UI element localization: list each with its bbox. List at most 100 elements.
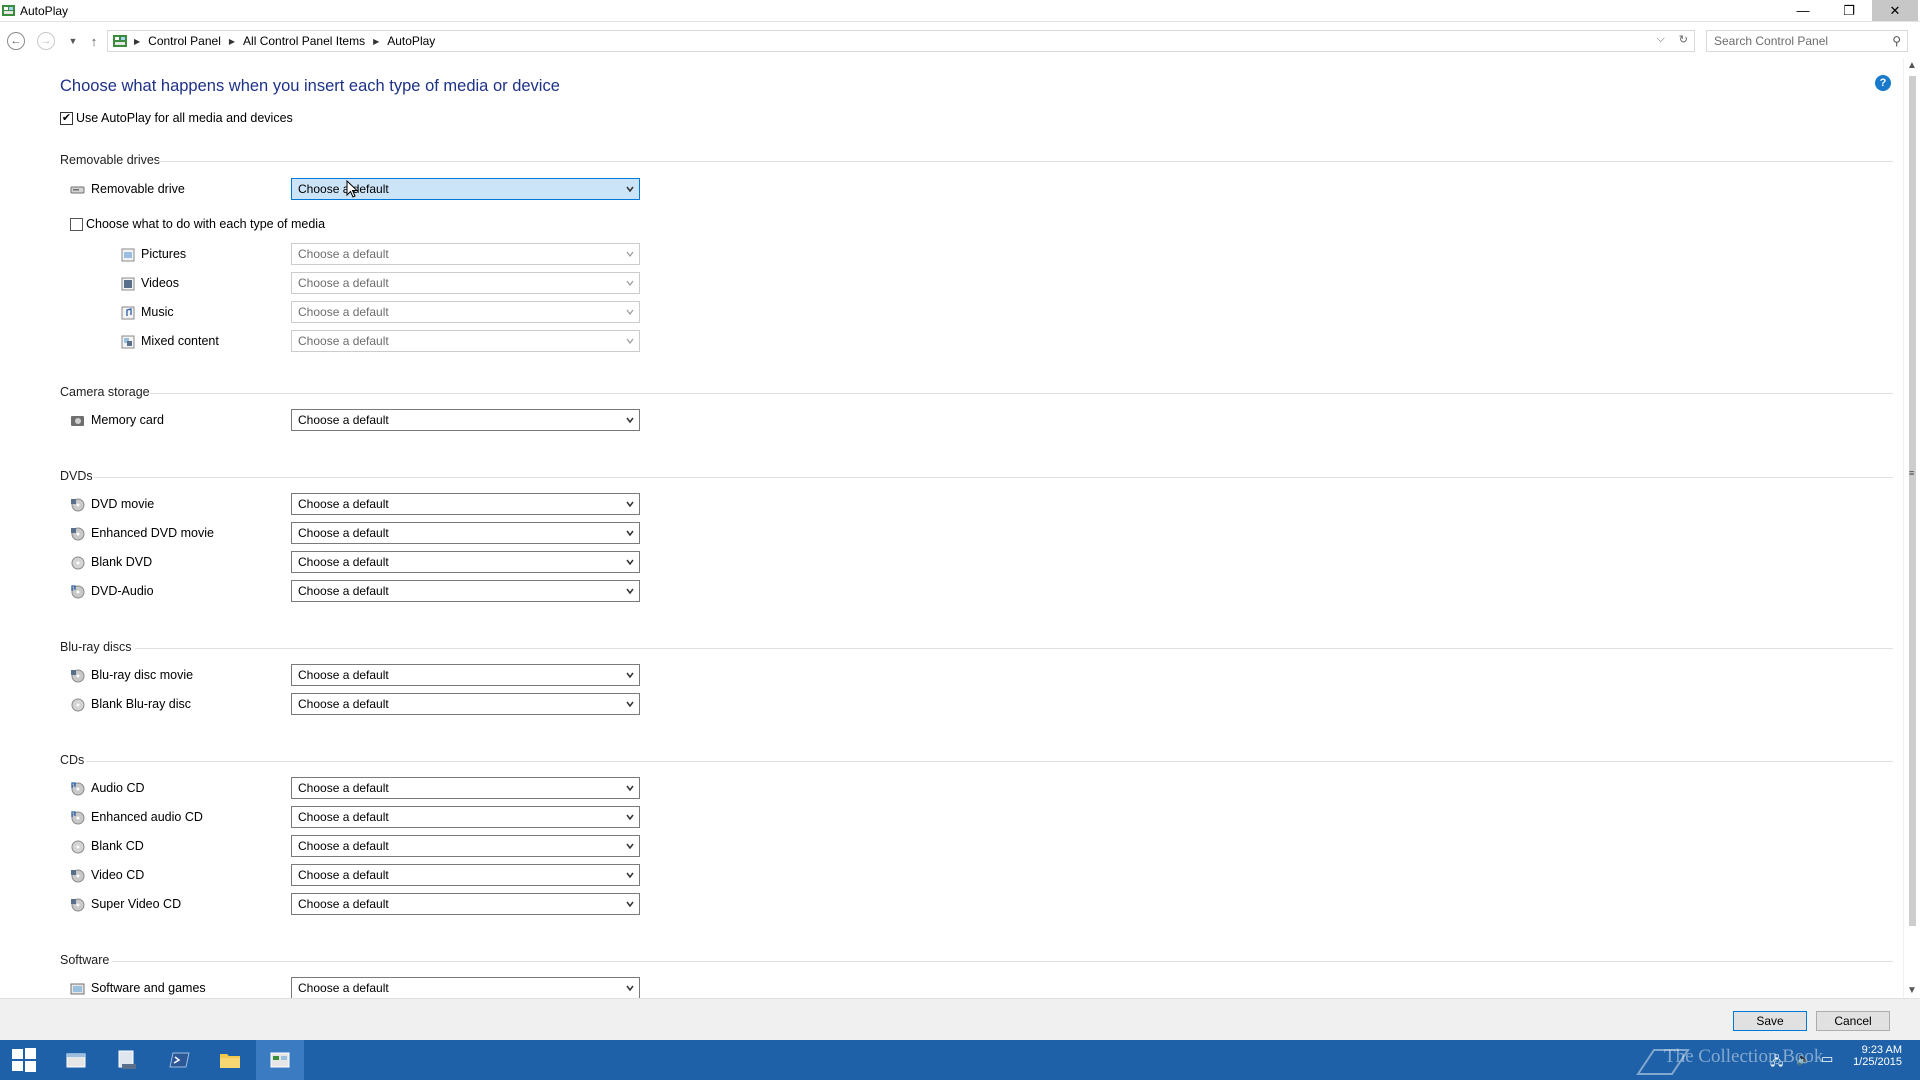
mixed-content-dropdown[interactable]: Choose a default xyxy=(291,330,640,352)
address-toolbar: ← → ▼ ↑ ▶ Control Panel ▶ All Control Pa… xyxy=(0,22,1920,58)
folder-icon xyxy=(220,1054,240,1068)
audio-cd-label: Audio CD xyxy=(91,781,145,795)
taskbar-control-panel[interactable] xyxy=(256,1040,304,1080)
help-icon[interactable]: ? xyxy=(1875,75,1891,91)
pictures-dropdown[interactable]: Choose a default xyxy=(291,243,640,265)
enhanced-audio-cd-dropdown[interactable]: Choose a default xyxy=(291,806,640,828)
chevron-down-icon xyxy=(626,901,634,908)
breadcrumb-all-items[interactable]: All Control Panel Items xyxy=(243,34,365,48)
checkmark-icon: ✔ xyxy=(61,112,72,124)
search-box[interactable]: Search Control Panel ⚲ xyxy=(1706,30,1908,52)
music-dropdown[interactable]: Choose a default xyxy=(291,301,640,323)
use-autoplay-checkbox[interactable]: ✔ xyxy=(60,112,73,125)
dialog-footer: Save Cancel xyxy=(0,998,1920,1040)
dropdown-value: Choose a default xyxy=(298,781,389,795)
enhanced-dvd-movie-label: Enhanced DVD movie xyxy=(91,526,214,540)
videos-dropdown[interactable]: Choose a default xyxy=(291,272,640,294)
arrow-up-icon: ↑ xyxy=(90,33,98,49)
vertical-scrollbar[interactable]: ▲ ≡ ▼ xyxy=(1903,58,1920,998)
blank-cd-dropdown[interactable]: Choose a default xyxy=(291,835,640,857)
bluray-movie-icon xyxy=(71,669,85,683)
enhanced-dvd-movie-dropdown[interactable]: Choose a default xyxy=(291,522,640,544)
section-divider xyxy=(158,161,1893,162)
breadcrumb-separator-icon[interactable]: ▶ xyxy=(229,37,235,46)
blank-dvd-label: Blank DVD xyxy=(91,555,153,569)
dropdown-value: Choose a default xyxy=(298,334,389,348)
up-button[interactable]: ↑ xyxy=(83,30,105,52)
blank-bluray-dropdown[interactable]: Choose a default xyxy=(291,693,640,715)
maximize-button[interactable]: ❐ xyxy=(1826,0,1872,21)
memory-card-dropdown[interactable]: Choose a default xyxy=(291,409,640,431)
software-games-icon xyxy=(70,983,85,995)
control-panel-icon xyxy=(113,35,127,47)
volume-icon[interactable]: 🔈 xyxy=(1796,1052,1811,1066)
removable-drive-dropdown[interactable]: Choose a default xyxy=(291,178,640,200)
breadcrumb-autoplay[interactable]: AutoPlay xyxy=(387,34,435,48)
dropdown-value: Choose a default xyxy=(298,526,389,540)
clock[interactable]: 9:23 AM 1/25/2015 xyxy=(1842,1044,1902,1068)
network-icon[interactable]: 🖧 xyxy=(1770,1052,1783,1073)
music-icon xyxy=(121,306,135,320)
search-icon[interactable]: ⚲ xyxy=(1892,34,1901,48)
music-label: Music xyxy=(141,305,174,319)
blank-bluray-icon xyxy=(71,698,85,712)
software-games-dropdown[interactable]: Choose a default xyxy=(291,977,640,998)
recent-locations-button[interactable]: ▼ xyxy=(62,30,84,52)
audio-cd-dropdown[interactable]: Choose a default xyxy=(291,777,640,799)
dropdown-value: Choose a default xyxy=(298,810,389,824)
breadcrumb-separator-icon[interactable]: ▶ xyxy=(373,37,379,46)
chevron-down-icon xyxy=(626,843,634,850)
blank-bluray-label: Blank Blu-ray disc xyxy=(91,697,192,711)
chevron-down-icon xyxy=(626,814,634,821)
dvd-movie-dropdown[interactable]: Choose a default xyxy=(291,493,640,515)
taskbar-powershell[interactable] xyxy=(156,1040,204,1080)
search-placeholder: Search Control Panel xyxy=(1714,34,1829,48)
page-title: Choose what happens when you insert each… xyxy=(60,77,560,95)
breadcrumb-control-panel[interactable]: Control Panel xyxy=(148,34,221,48)
taskbar: The Collection Book 🖧 🔈 ▭ 9:23 AM 1/25/2… xyxy=(0,1040,1920,1080)
taskbar-server-manager[interactable] xyxy=(104,1040,152,1080)
scrollbar-thumb[interactable] xyxy=(1909,76,1916,926)
section-camera-storage: Camera storage xyxy=(60,385,150,399)
video-cd-dropdown[interactable]: Choose a default xyxy=(291,864,640,886)
close-button[interactable]: ✕ xyxy=(1872,0,1918,21)
use-autoplay-label[interactable]: Use AutoPlay for all media and devices xyxy=(76,111,293,125)
arrow-right-icon: → xyxy=(40,35,52,47)
super-video-cd-icon xyxy=(71,898,85,912)
dvd-audio-icon xyxy=(71,585,85,599)
start-button[interactable] xyxy=(0,1040,48,1080)
section-removable-drives: Removable drives xyxy=(60,153,161,167)
videos-icon xyxy=(121,277,135,291)
control-panel-icon xyxy=(2,5,15,16)
each-media-label[interactable]: Choose what to do with each type of medi… xyxy=(86,217,325,231)
server-manager-icon xyxy=(118,1050,136,1069)
refresh-icon[interactable]: ↻ xyxy=(1679,33,1688,46)
taskbar-task-view[interactable] xyxy=(52,1040,100,1080)
forward-button[interactable]: → xyxy=(37,32,55,50)
section-divider xyxy=(86,761,1893,762)
taskbar-file-explorer[interactable] xyxy=(206,1040,254,1080)
cancel-button[interactable]: Cancel xyxy=(1816,1011,1890,1031)
bluray-movie-label: Blu-ray disc movie xyxy=(91,668,194,682)
dropdown-value: Choose a default xyxy=(298,584,389,598)
scroll-down-icon[interactable]: ▼ xyxy=(1907,985,1917,996)
address-history-icon[interactable]: ⌵ xyxy=(1656,33,1664,46)
autoplay-settings: Choose what happens when you insert each… xyxy=(0,58,1903,998)
super-video-cd-dropdown[interactable]: Choose a default xyxy=(291,893,640,915)
address-field[interactable]: ▶ Control Panel ▶ All Control Panel Item… xyxy=(107,30,1695,52)
dvd-audio-dropdown[interactable]: Choose a default xyxy=(291,580,640,602)
chevron-down-icon xyxy=(626,872,634,879)
chevron-down-icon xyxy=(626,588,634,595)
bluray-movie-dropdown[interactable]: Choose a default xyxy=(291,664,640,686)
blank-dvd-dropdown[interactable]: Choose a default xyxy=(291,551,640,573)
scroll-up-icon[interactable]: ▲ xyxy=(1907,60,1917,71)
section-bluray-discs: Blu-ray discs xyxy=(60,640,132,654)
save-button[interactable]: Save xyxy=(1733,1011,1807,1031)
chevron-down-icon xyxy=(626,701,634,708)
dropdown-value: Choose a default xyxy=(298,413,389,427)
back-button[interactable]: ← xyxy=(7,32,25,50)
removable-drive-icon xyxy=(70,186,85,194)
notifications-icon[interactable]: ▭ xyxy=(1821,1051,1833,1067)
each-media-checkbox[interactable] xyxy=(70,218,83,231)
minimize-button[interactable]: — xyxy=(1780,0,1826,21)
